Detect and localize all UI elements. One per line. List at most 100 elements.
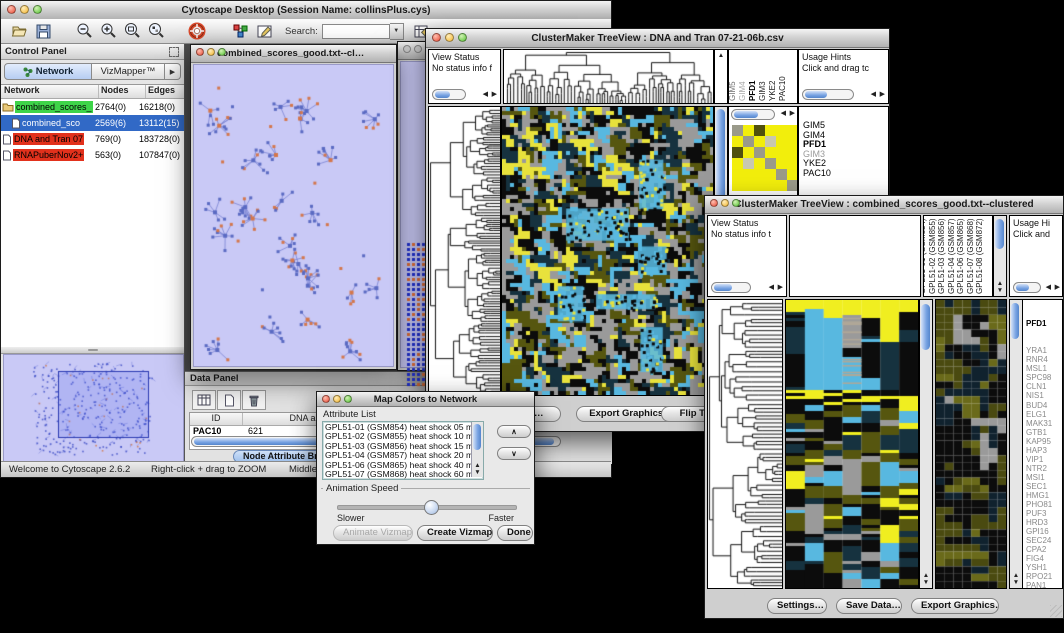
attribute-item[interactable]: GPL51-07 (GSM868) heat shock 60 min [325,470,483,479]
scroll-right-icon[interactable]: ▶ [492,91,497,99]
scroll-down-icon[interactable]: ▼ [994,287,1006,294]
scroll-right-icon[interactable]: ▶ [790,110,795,118]
export-graphics-button[interactable]: Export Graphics… [911,598,999,614]
zoom-window-icon[interactable] [33,5,42,14]
scroll-up-icon[interactable]: ▲ [472,462,483,469]
scroll-left-icon[interactable]: ◀ [483,91,488,99]
gene-label-selected[interactable]: PFD1 [1026,319,1052,328]
window-controls[interactable] [196,48,226,56]
gene-label[interactable]: PAC10 [803,169,888,179]
overview-canvas[interactable] [4,355,181,461]
tab-vizmapper[interactable]: VizMapper™ [92,63,165,80]
window-controls[interactable] [710,199,740,207]
attribute-select-icon[interactable] [192,390,216,410]
labels-vscrollbar[interactable]: ▲ ▼ [993,215,1007,297]
main-titlebar[interactable]: Cytoscape Desktop (Session Name: collins… [1,1,611,20]
delete-attribute-icon[interactable] [242,390,266,410]
scroll-left-icon[interactable]: ◀ [871,91,876,99]
heatmap-canvas[interactable] [502,107,713,395]
minimize-icon[interactable] [207,48,215,56]
zoom-window-icon[interactable] [344,395,352,403]
network-row-selected[interactable]: combined_sco 2569(6) 13112(15) [1,115,184,131]
close-icon[interactable] [322,395,330,403]
scroll-down-icon[interactable]: ▼ [472,469,483,476]
view-status-hscrollbar[interactable] [432,89,466,100]
usage-hscrollbar[interactable] [802,89,854,100]
tv1-mini-heatmap[interactable] [732,125,798,191]
minimize-icon[interactable] [445,33,454,42]
scroll-up-icon[interactable]: ▲ [1010,572,1022,579]
scroll-down-icon[interactable]: ▼ [1010,579,1022,586]
done-button[interactable]: Done [497,525,533,541]
column-dendrogram[interactable] [504,50,713,103]
zoom-window-icon[interactable] [732,199,740,207]
close-icon[interactable] [432,33,441,42]
help-icon[interactable] [185,21,209,42]
zoom-selected-icon[interactable] [145,21,169,42]
panel-splitter[interactable] [1,347,184,354]
zoom-fit-icon[interactable] [121,21,145,42]
annotation-icon[interactable] [253,21,277,42]
scroll-right-icon[interactable]: ▶ [778,284,783,292]
treeview1-titlebar[interactable]: ClusterMaker TreeView : DNA and Tran 07-… [426,29,889,48]
row-dendrogram[interactable] [708,300,782,588]
network-canvas[interactable] [194,65,393,366]
network-row[interactable]: RNAPuberNov2+ 563(0) 107847(0) [1,147,184,163]
save-data-button[interactable]: Save Data… [836,598,902,614]
close-icon[interactable] [196,48,204,56]
minimize-icon[interactable] [414,45,422,53]
treeview2-titlebar[interactable]: ClusterMaker TreeView : combined_scores_… [705,196,1063,214]
zoom-out-icon[interactable] [73,21,97,42]
dialog-titlebar[interactable]: Map Colors to Network [317,392,534,407]
move-up-button[interactable]: ∧ [497,425,531,438]
network-row[interactable]: combined_scores_ 2764(0) 16218(0) [1,99,184,115]
window-controls[interactable] [322,395,352,403]
close-icon[interactable] [7,5,16,14]
minimize-icon[interactable] [333,395,341,403]
speed-slider-thumb[interactable] [424,500,439,515]
scroll-down-icon[interactable]: ▼ [920,579,932,586]
scroll-left-icon[interactable]: ◀ [769,284,774,292]
settings-button[interactable]: Settings… [767,598,827,614]
scroll-right-icon[interactable]: ▶ [1055,284,1060,292]
network-overview-panel[interactable] [3,354,184,464]
zoom-hscrollbar[interactable] [731,109,775,120]
vizmap-icon[interactable] [229,21,253,42]
minimize-icon[interactable] [20,5,29,14]
tab-network[interactable]: Network [4,63,92,80]
tab-overflow-button[interactable]: ▶ [165,63,181,80]
move-down-button[interactable]: ∨ [497,447,531,460]
usage-hscrollbar[interactable] [1013,282,1041,293]
float-panel-icon[interactable] [169,47,179,57]
network1-titlebar[interactable]: combined_scores_good.txt--cluste... [191,45,396,63]
new-attribute-icon[interactable] [217,390,241,410]
view-status-hscrollbar[interactable] [711,282,751,293]
scroll-right-icon[interactable]: ▶ [880,91,885,99]
window-controls[interactable] [7,5,42,14]
window-controls[interactable] [432,33,467,42]
minimize-icon[interactable] [721,199,729,207]
close-icon[interactable] [710,199,718,207]
heatmap-canvas[interactable] [786,300,918,588]
attribute-listbox[interactable]: GPL51-01 (GSM854) heat shock 05 min GPL5… [322,421,484,480]
save-session-icon[interactable] [31,21,55,42]
gene-list[interactable]: YRA1 RNR4 MSL1 SPC98 CLN1 NIS1 BUD4 ELG1… [1026,346,1052,589]
heatmap-vscrollbar[interactable]: ▲ ▼ [919,299,933,589]
scroll-up-icon[interactable]: ▲ [920,572,932,579]
list-vscrollbar[interactable]: ▲ ▼ [471,422,483,477]
scroll-up-icon[interactable]: ▲ [715,52,727,59]
resize-grip[interactable] [1050,605,1062,617]
open-file-icon[interactable] [7,21,31,42]
scroll-left-icon[interactable]: ◀ [1046,284,1051,292]
zoom-heatmap-canvas[interactable] [936,300,1006,588]
speed-slider-track[interactable] [337,505,517,510]
zoom-in-icon[interactable] [97,21,121,42]
scroll-up-icon[interactable]: ▲ [994,280,1006,287]
close-icon[interactable] [403,45,411,53]
genelist-vscrollbar[interactable]: ▲ ▼ [1010,300,1023,588]
animate-vizmap-button[interactable]: Animate Vizmap [333,525,413,541]
row-dendrogram[interactable] [429,107,500,395]
search-input[interactable] [322,24,390,39]
network-row[interactable]: DNA and Tran 07 769(0) 183728(0) [1,131,184,147]
create-vizmap-button[interactable]: Create Vizmap [417,525,493,541]
